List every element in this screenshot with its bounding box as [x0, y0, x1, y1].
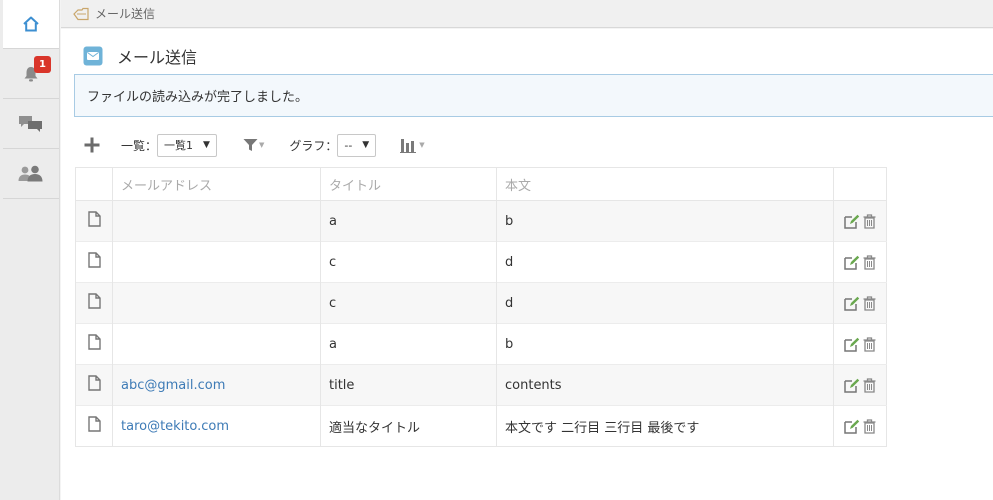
chevron-down-icon: ▼	[362, 140, 370, 150]
table-header-row: メールアドレス タイトル 本文	[75, 167, 887, 201]
graph-select-value: --	[344, 138, 353, 152]
cell-actions	[833, 323, 887, 365]
graph-label: グラフ：	[289, 138, 338, 153]
sidebar-notifications[interactable]: 1	[3, 50, 59, 99]
mail-app-icon	[83, 46, 103, 66]
sidebar-home[interactable]	[3, 0, 59, 49]
app-breadcrumb-icon	[73, 7, 89, 20]
table-row: abc@gmail.com title contents	[75, 364, 887, 406]
document-icon	[87, 416, 101, 432]
cell-email	[112, 241, 321, 283]
cell-actions	[833, 364, 887, 406]
document-icon	[87, 252, 101, 268]
cell-email	[112, 282, 321, 324]
home-icon	[23, 16, 39, 32]
document-icon	[87, 334, 101, 350]
chart-caret-icon: ▼	[419, 141, 425, 149]
cell-title: a	[320, 200, 497, 242]
breadcrumb-current[interactable]: メール送信	[95, 5, 155, 22]
cell-title: c	[320, 282, 497, 324]
cell-actions	[833, 282, 887, 324]
graph-select[interactable]: -- ▼	[337, 133, 377, 157]
cell-body: 本文です 二行目 三行目 最後です	[496, 405, 834, 447]
view-select[interactable]: 一覧1 ▼	[157, 133, 217, 157]
chat-icon	[19, 116, 42, 132]
page-title: メール送信	[117, 48, 198, 67]
header-actions-col	[833, 167, 887, 201]
table-row: c d	[75, 241, 887, 283]
records-table: メールアドレス タイトル 本文 a b c d c d a b abc@gmai…	[75, 167, 887, 447]
sidebar-users[interactable]	[3, 150, 59, 199]
table-row: a b	[75, 323, 887, 365]
chevron-down-icon: ▼	[203, 140, 210, 150]
email-link[interactable]: taro@tekito.com	[121, 419, 229, 434]
trash-icon[interactable]	[863, 213, 876, 229]
plus-icon	[84, 137, 100, 153]
filter-button[interactable]: ▼	[243, 138, 264, 152]
breadcrumb-bar: メール送信	[61, 0, 993, 28]
header-body[interactable]: 本文	[496, 167, 834, 201]
cell-body: b	[496, 200, 834, 242]
table-row: c d	[75, 282, 887, 324]
cell-title: a	[320, 323, 497, 365]
edit-icon[interactable]	[844, 337, 860, 352]
row-detail-cell[interactable]	[75, 200, 113, 242]
cell-title: title	[320, 364, 497, 406]
edit-icon[interactable]	[844, 419, 860, 434]
document-icon	[87, 375, 101, 391]
email-link[interactable]: abc@gmail.com	[121, 378, 225, 393]
notification-badge: 1	[34, 56, 51, 73]
trash-icon[interactable]	[863, 336, 876, 352]
cell-email	[112, 323, 321, 365]
cell-body: b	[496, 323, 834, 365]
cell-email: abc@gmail.com	[112, 364, 321, 406]
cell-body: d	[496, 241, 834, 283]
trash-icon[interactable]	[863, 295, 876, 311]
cell-actions	[833, 241, 887, 283]
edit-icon[interactable]	[844, 296, 860, 311]
row-detail-cell[interactable]	[75, 364, 113, 406]
edit-icon[interactable]	[844, 378, 860, 393]
chart-button[interactable]: ▼	[400, 137, 425, 153]
row-detail-cell[interactable]	[75, 241, 113, 283]
table-row: taro@tekito.com 適当なタイトル 本文です 二行目 三行目 最後で…	[75, 405, 887, 447]
cell-email	[112, 200, 321, 242]
table-row: a b	[75, 200, 887, 242]
row-detail-cell[interactable]	[75, 405, 113, 447]
cell-body: d	[496, 282, 834, 324]
bar-chart-icon	[400, 139, 417, 153]
cell-actions	[833, 200, 887, 242]
document-icon	[87, 293, 101, 309]
cell-email: taro@tekito.com	[112, 405, 321, 447]
edit-icon[interactable]	[844, 214, 860, 229]
view-label: 一覧：	[121, 138, 158, 153]
notice-message: ファイルの読み込みが完了しました。	[87, 90, 309, 105]
add-record-button[interactable]	[83, 136, 101, 154]
document-icon	[87, 211, 101, 227]
cell-title: 適当なタイトル	[320, 405, 497, 447]
view-select-value: 一覧1	[164, 139, 194, 152]
main-content: メール送信 ファイルの読み込みが完了しました。 一覧： 一覧1 ▼ ▼ グラフ：…	[61, 29, 993, 500]
sidebar-messages[interactable]	[3, 100, 59, 149]
cell-body: contents	[496, 364, 834, 406]
cell-actions	[833, 405, 887, 447]
header-title[interactable]: タイトル	[320, 167, 497, 201]
sidebar: 1	[0, 0, 60, 500]
header-icon-col	[75, 167, 113, 201]
trash-icon[interactable]	[863, 377, 876, 393]
trash-icon[interactable]	[863, 254, 876, 270]
edit-icon[interactable]	[844, 255, 860, 270]
import-complete-notice: ファイルの読み込みが完了しました。	[74, 74, 993, 117]
row-detail-cell[interactable]	[75, 282, 113, 324]
row-detail-cell[interactable]	[75, 323, 113, 365]
header-email[interactable]: メールアドレス	[112, 167, 321, 201]
toolbar: 一覧： 一覧1 ▼ ▼ グラフ： -- ▼ ▼	[83, 132, 425, 158]
users-icon	[18, 165, 43, 182]
cell-title: c	[320, 241, 497, 283]
filter-caret-icon: ▼	[258, 141, 265, 149]
page-header: メール送信	[83, 44, 197, 68]
trash-icon[interactable]	[863, 418, 876, 434]
filter-icon	[243, 139, 258, 151]
